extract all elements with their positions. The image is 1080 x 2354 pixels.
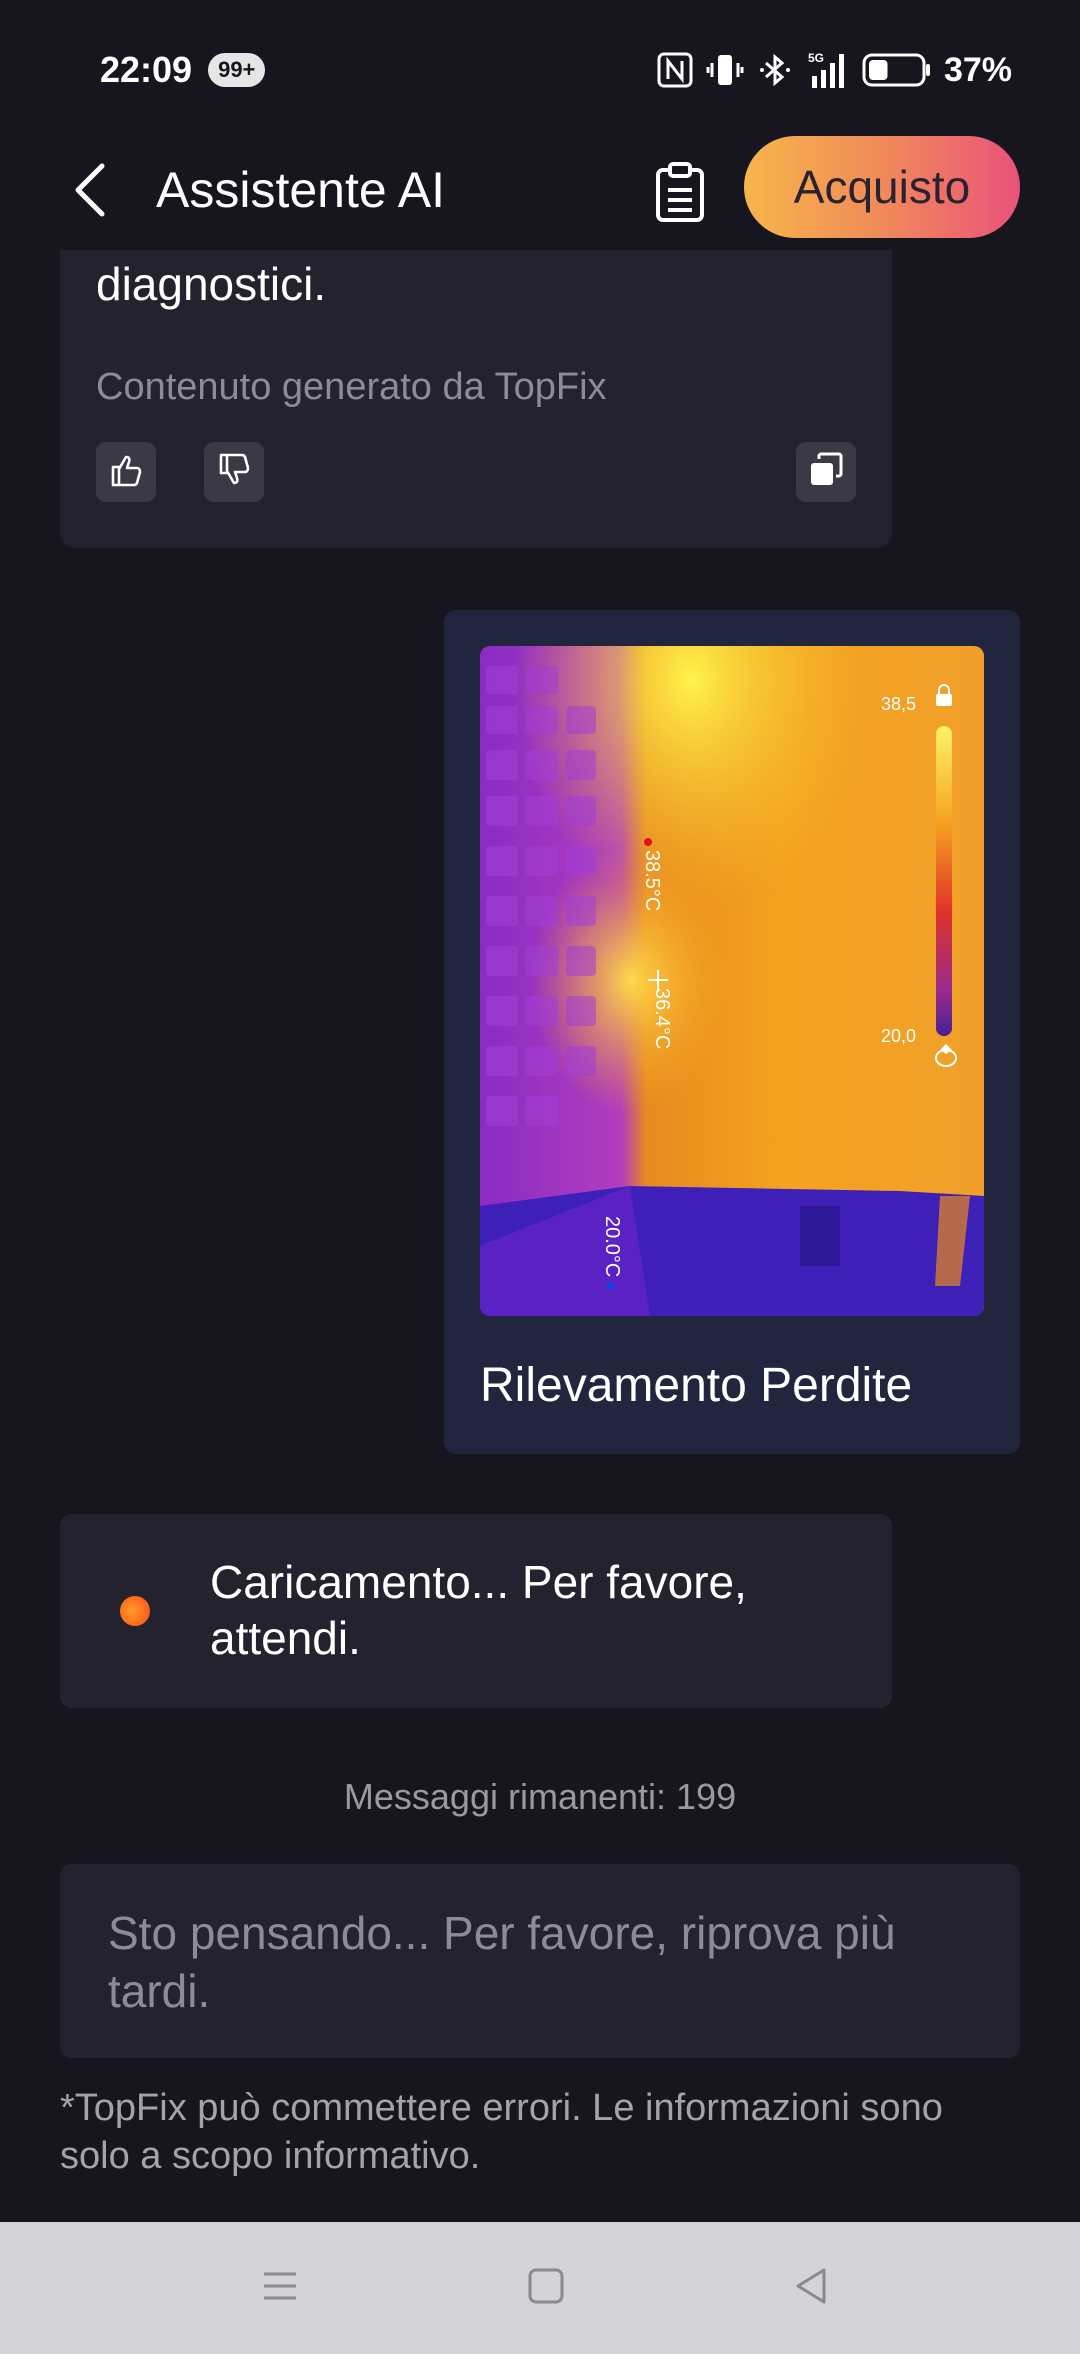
- notification-badge: 99+: [208, 53, 266, 87]
- loading-text: Caricamento... Per favore, attendi.: [210, 1556, 747, 1664]
- loading-message: Caricamento... Per favore, attendi.: [60, 1514, 892, 1708]
- user-image-message: 38,5 20,0 38.5°C 36.4°C 20.0°C Rilevamen…: [444, 610, 1020, 1454]
- min-temp-label: 20.0°C: [601, 1216, 623, 1277]
- chevron-left-icon: [66, 163, 116, 224]
- battery-icon: [862, 52, 932, 88]
- scale-max-label: 38,5: [881, 694, 916, 714]
- back-nav-button[interactable]: [784, 2260, 840, 2316]
- image-caption: Rilevamento Perdite: [480, 1359, 913, 1412]
- page-title: Assistente AI: [156, 162, 446, 218]
- status-time: 22:09: [100, 49, 193, 90]
- clipboard-icon: [652, 162, 708, 228]
- purchase-button[interactable]: Acquisto: [744, 136, 1020, 238]
- thumbs-up-button[interactable]: [96, 442, 156, 502]
- scale-min-label: 20,0: [881, 1026, 916, 1046]
- thumbs-down-button[interactable]: [204, 442, 264, 502]
- status-bar: 22:09 99+ 5G 37%: [0, 0, 1080, 140]
- input-placeholder: Sto pensando... Per favore, riprova più …: [108, 1907, 896, 2017]
- network-type: 5G: [808, 51, 824, 65]
- ai-message-text: diagnostici.: [96, 258, 327, 310]
- generated-by-label: Contenuto generato da TopFix: [96, 366, 607, 408]
- thumbs-up-icon: [107, 451, 145, 494]
- battery-percent: 37%: [943, 50, 1012, 89]
- signal-icon: 5G: [806, 50, 850, 90]
- disclaimer-text: *TopFix può commettere errori. Le inform…: [60, 2087, 943, 2177]
- max-temp-marker: [644, 838, 652, 846]
- bluetooth-icon: [756, 51, 794, 89]
- history-button[interactable]: [652, 160, 708, 224]
- home-nav-button[interactable]: [518, 2260, 574, 2316]
- nfc-icon: [656, 51, 694, 89]
- remaining-messages: Messaggi rimanenti: 199: [343, 1776, 737, 1817]
- copy-button[interactable]: [796, 442, 856, 502]
- home-square-icon: [526, 2266, 566, 2311]
- menu-icon: [260, 2266, 300, 2311]
- menu-nav-button[interactable]: [252, 2260, 308, 2316]
- back-button[interactable]: [66, 160, 116, 220]
- max-temp-label: 38.5°C: [641, 850, 663, 911]
- center-temp-label: 36.4°C: [651, 988, 673, 1049]
- thermal-image[interactable]: 38,5 20,0 38.5°C 36.4°C 20.0°C: [480, 646, 984, 1316]
- min-temp-marker: [606, 1282, 614, 1290]
- system-nav-bar: [0, 2222, 1080, 2354]
- back-triangle-icon: [792, 2266, 832, 2311]
- thumbs-down-icon: [215, 451, 253, 494]
- vibrate-icon: [706, 51, 744, 89]
- copy-icon: [807, 451, 845, 494]
- loading-dot-icon: [120, 1596, 150, 1626]
- message-input[interactable]: Sto pensando... Per favore, riprova più …: [60, 1864, 1020, 2058]
